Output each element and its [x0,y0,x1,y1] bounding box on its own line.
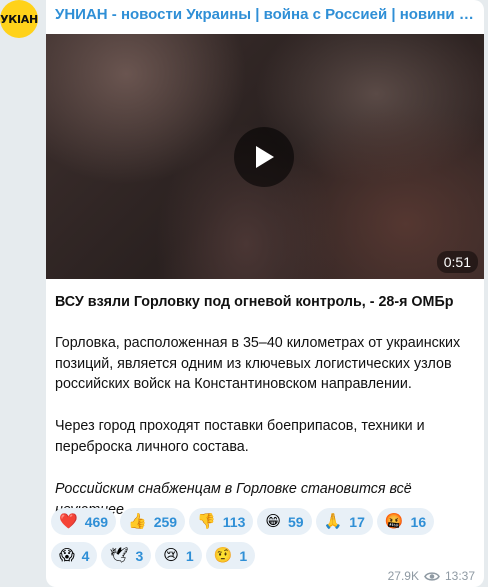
red-heart-icon: ❤️ [59,512,78,530]
play-button[interactable] [234,127,294,187]
thumbs-down-icon: 👎 [197,512,216,530]
message-bubble: УНИАН - новости Украины | война с Россие… [46,0,484,587]
thumbs-up-icon: 👍 [128,512,147,530]
reactions-row: 😱 4 🕊 3 😢 1 🤨 1 [51,542,481,569]
praying-hands-icon: 🙏 [323,512,343,530]
message-time: 13:37 [444,569,475,583]
dove-icon: 🕊 [109,546,129,564]
grinning-face-icon: 😁 [265,512,282,530]
reaction-thumbs-up[interactable]: 👍 259 [120,508,186,535]
reaction-heart[interactable]: ❤️ 469 [51,508,117,535]
post-paragraph-1: Горловка, расположенная в 35–40 километр… [55,335,461,392]
reaction-grin[interactable]: 😁 59 [257,508,312,535]
reaction-cry[interactable]: 😢 1 [155,542,202,569]
cursing-face-icon: 🤬 [384,512,404,530]
reaction-dove[interactable]: 🕊 3 [101,542,152,569]
reactions-bar: ❤️ 469 👍 259 👎 113 😁 59 🙏 17 🤬 16 😱 4 🕊 … [51,508,481,576]
video-duration: 0:51 [436,251,478,273]
reactions-row: ❤️ 469 👍 259 👎 113 😁 59 🙏 17 🤬 16 [51,508,481,535]
reaction-count: 469 [84,513,109,530]
reaction-scream[interactable]: 😱 4 [51,542,98,569]
view-count: 27.9K [387,569,419,583]
reaction-count: 113 [222,513,246,530]
raised-eyebrow-face-icon: 🤨 [213,546,233,564]
channel-avatar[interactable]: УКIАН [0,0,38,38]
crying-face-icon: 😢 [163,546,179,564]
reaction-count: 1 [239,547,248,564]
reaction-count: 16 [410,513,427,530]
reaction-count: 59 [288,513,304,530]
reaction-count: 4 [81,547,90,564]
reaction-eyebrow[interactable]: 🤨 1 [205,542,256,569]
post-paragraph-2: Через город проходят поставки боеприпасо… [55,418,425,455]
reaction-cursing[interactable]: 🤬 16 [376,508,435,535]
reaction-thumbs-down[interactable]: 👎 113 [189,508,254,535]
reaction-count: 17 [349,513,365,530]
post-headline: ВСУ взяли Горловку под огневой контроль,… [55,294,454,310]
eye-icon [424,571,440,581]
play-icon [256,146,274,168]
reaction-pray[interactable]: 🙏 17 [315,508,373,535]
screaming-face-icon: 😱 [59,546,75,564]
avatar-logo-text: УКIАН [0,12,38,26]
reaction-count: 3 [135,547,144,564]
reaction-count: 259 [153,513,178,530]
reaction-count: 1 [185,547,194,564]
video-thumbnail[interactable]: 0:51 [46,34,484,279]
message-meta: 27.9K 13:37 [388,569,475,583]
channel-title[interactable]: УНИАН - новости Украины | война с Россие… [55,6,479,23]
